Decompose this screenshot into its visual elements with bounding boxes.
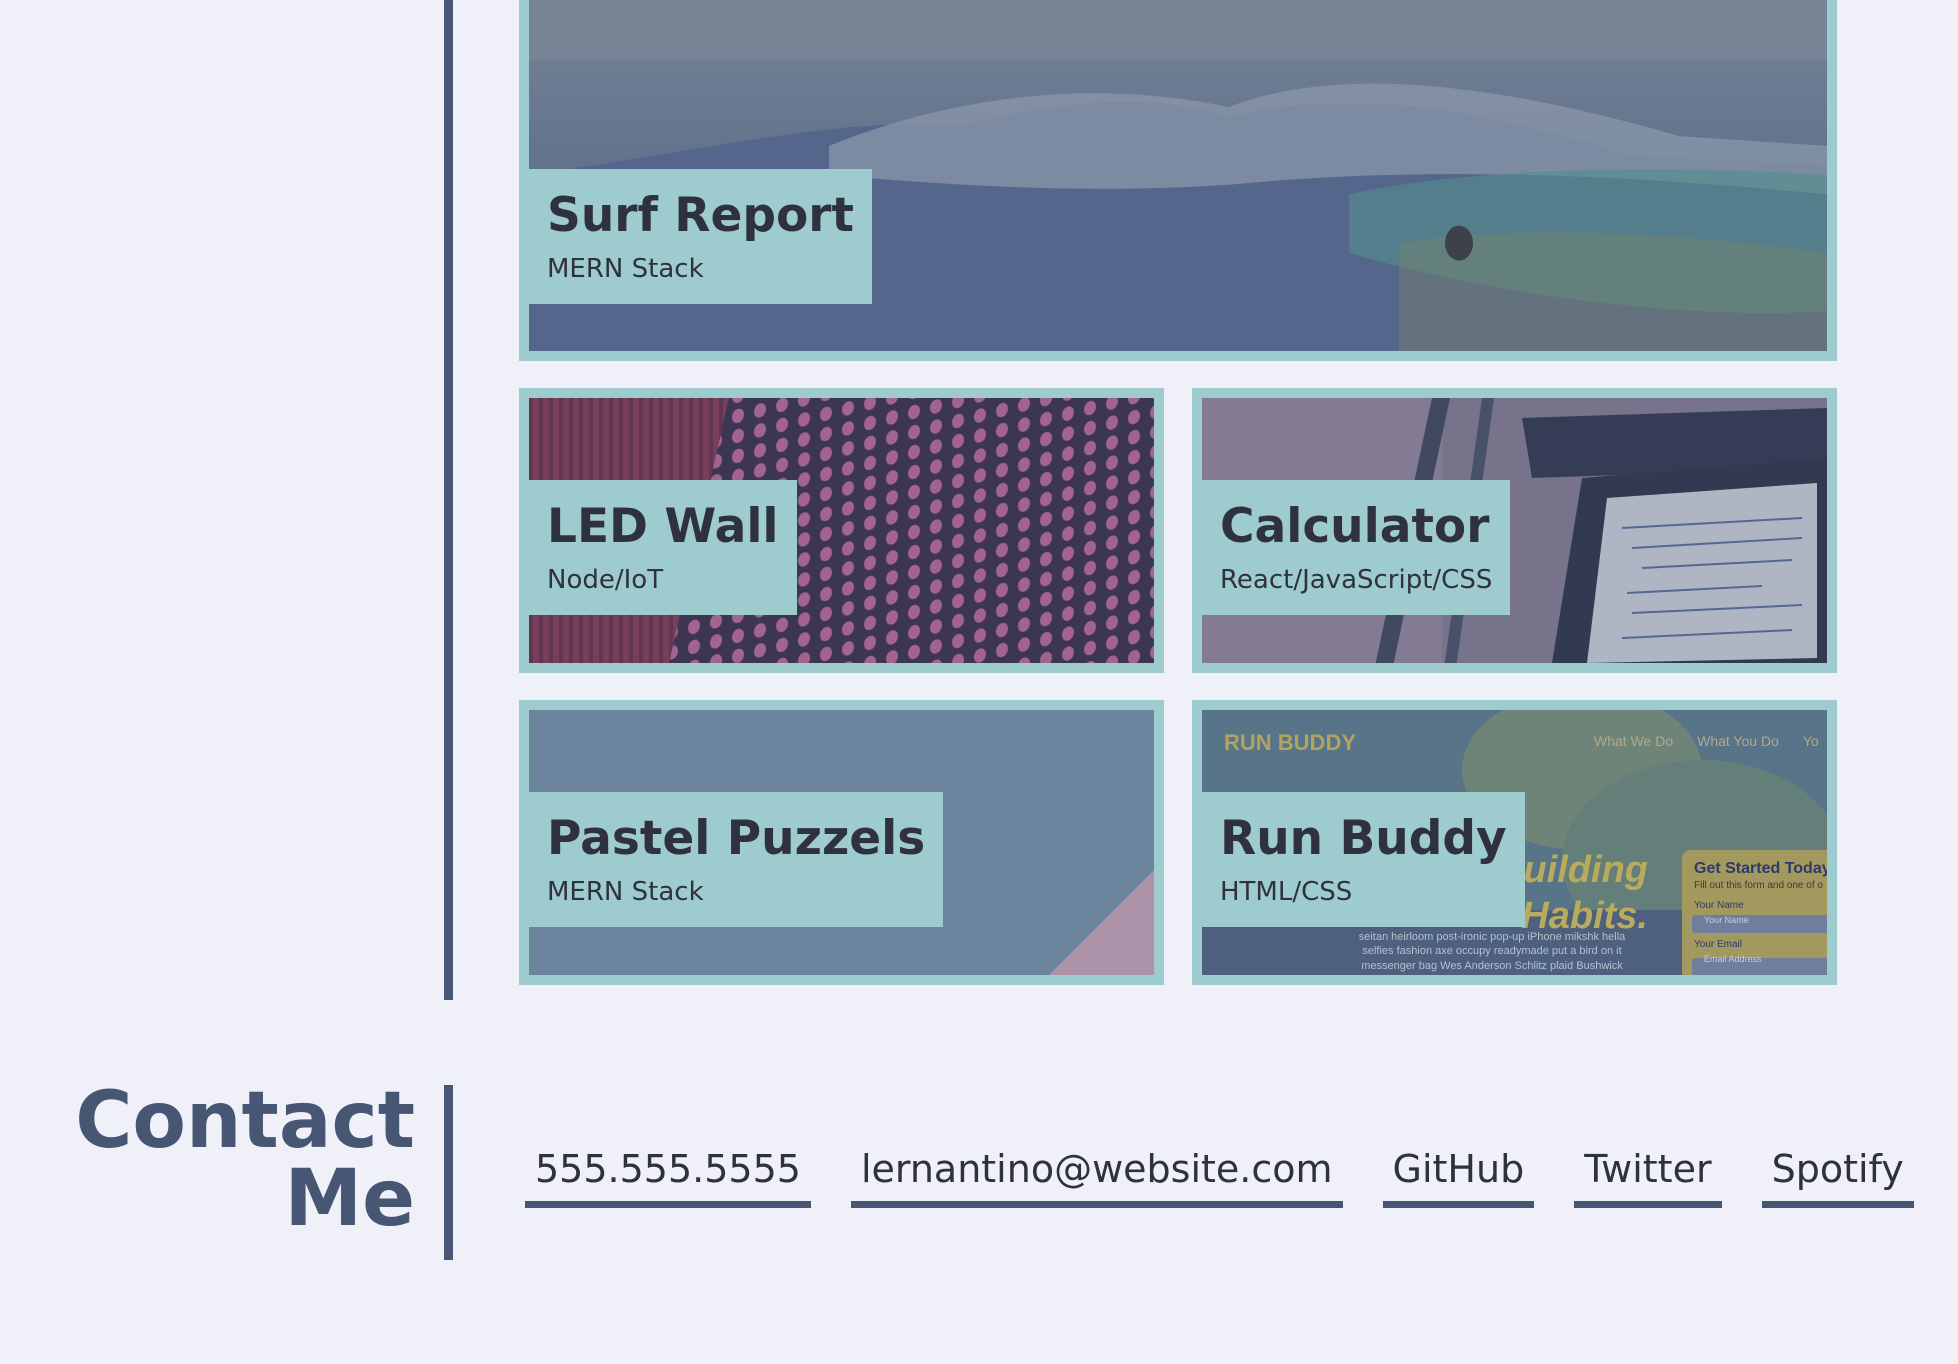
run-buddy-form-title: Get Started Today	[1694, 860, 1827, 877]
project-card-run-buddy[interactable]: RUN BUDDY What We Do What You Do Yo Buil…	[1192, 700, 1837, 985]
run-buddy-nav-item: What You Do	[1697, 733, 1779, 749]
project-title: Calculator	[1220, 499, 1490, 554]
project-stack: Node/IoT	[547, 565, 664, 596]
contact-heading-line2: Me	[284, 1154, 415, 1244]
project-card-calculator[interactable]: Calculator React/JavaScript/CSS	[1192, 388, 1837, 673]
run-buddy-form-subtitle: Fill out this form and one of o	[1694, 880, 1823, 891]
run-buddy-nav-item: Yo	[1802, 733, 1819, 749]
run-buddy-email-input: Email Address	[1704, 954, 1762, 964]
run-buddy-name-label: Your Name	[1694, 900, 1744, 911]
contact-heading-line1: Contact	[75, 1076, 415, 1166]
contact-link-twitter[interactable]: Twitter	[1574, 1143, 1722, 1208]
project-title: Pastel Puzzels	[547, 811, 926, 866]
run-buddy-body-line: selfies fashion axe occupy readymade put…	[1362, 945, 1622, 958]
project-card-surf-report[interactable]: Surf Report MERN Stack	[519, 0, 1837, 361]
run-buddy-body-line: messenger bag Wes Anderson Schlitz plaid…	[1361, 959, 1623, 972]
contact-links: 555.555.5555 lernantino@website.com GitH…	[525, 1143, 1914, 1208]
contact-link-email[interactable]: lernantino@website.com	[850, 1143, 1343, 1208]
run-buddy-brand: RUN BUDDY	[1224, 730, 1356, 755]
project-stack: HTML/CSS	[1220, 877, 1353, 908]
project-label: Pastel Puzzels MERN Stack	[529, 792, 944, 928]
project-label: Surf Report MERN Stack	[529, 169, 872, 305]
project-label: Run Buddy HTML/CSS	[1202, 792, 1525, 928]
project-card-led-wall[interactable]: LED Wall Node/IoT	[519, 388, 1164, 673]
contact-link-github[interactable]: GitHub	[1382, 1143, 1535, 1208]
run-buddy-body-text: seitan heirloom post-ironic pop-up iPhon…	[1332, 930, 1652, 973]
project-stack: MERN Stack	[547, 877, 704, 908]
project-title: Surf Report	[547, 188, 854, 243]
run-buddy-name-input: Your Name	[1704, 915, 1749, 925]
run-buddy-nav-item: What We Do	[1594, 733, 1674, 749]
project-stack: React/JavaScript/CSS	[1220, 565, 1493, 596]
contact-link-phone[interactable]: 555.555.5555	[525, 1143, 811, 1208]
contact-divider	[444, 1085, 453, 1260]
run-buddy-nav: What We Do What You Do Yo	[1594, 733, 1819, 749]
contact-link-spotify[interactable]: Spotify	[1761, 1143, 1914, 1208]
project-stack: MERN Stack	[547, 254, 704, 285]
project-title: LED Wall	[547, 499, 779, 554]
run-buddy-email-label: Your Email	[1694, 939, 1742, 950]
project-label: LED Wall Node/IoT	[529, 480, 797, 616]
contact-heading: Contact Me	[75, 1082, 415, 1238]
project-title: Run Buddy	[1220, 811, 1507, 866]
section-divider-projects	[444, 0, 453, 1000]
project-card-pastel-puzzels[interactable]: Pastel Puzzels MERN Stack	[519, 700, 1164, 985]
run-buddy-body-line: seitan heirloom post-ironic pop-up iPhon…	[1358, 931, 1626, 943]
project-label: Calculator React/JavaScript/CSS	[1202, 480, 1511, 616]
run-buddy-form: Get Started Today Fill out this form and…	[1694, 860, 1827, 964]
